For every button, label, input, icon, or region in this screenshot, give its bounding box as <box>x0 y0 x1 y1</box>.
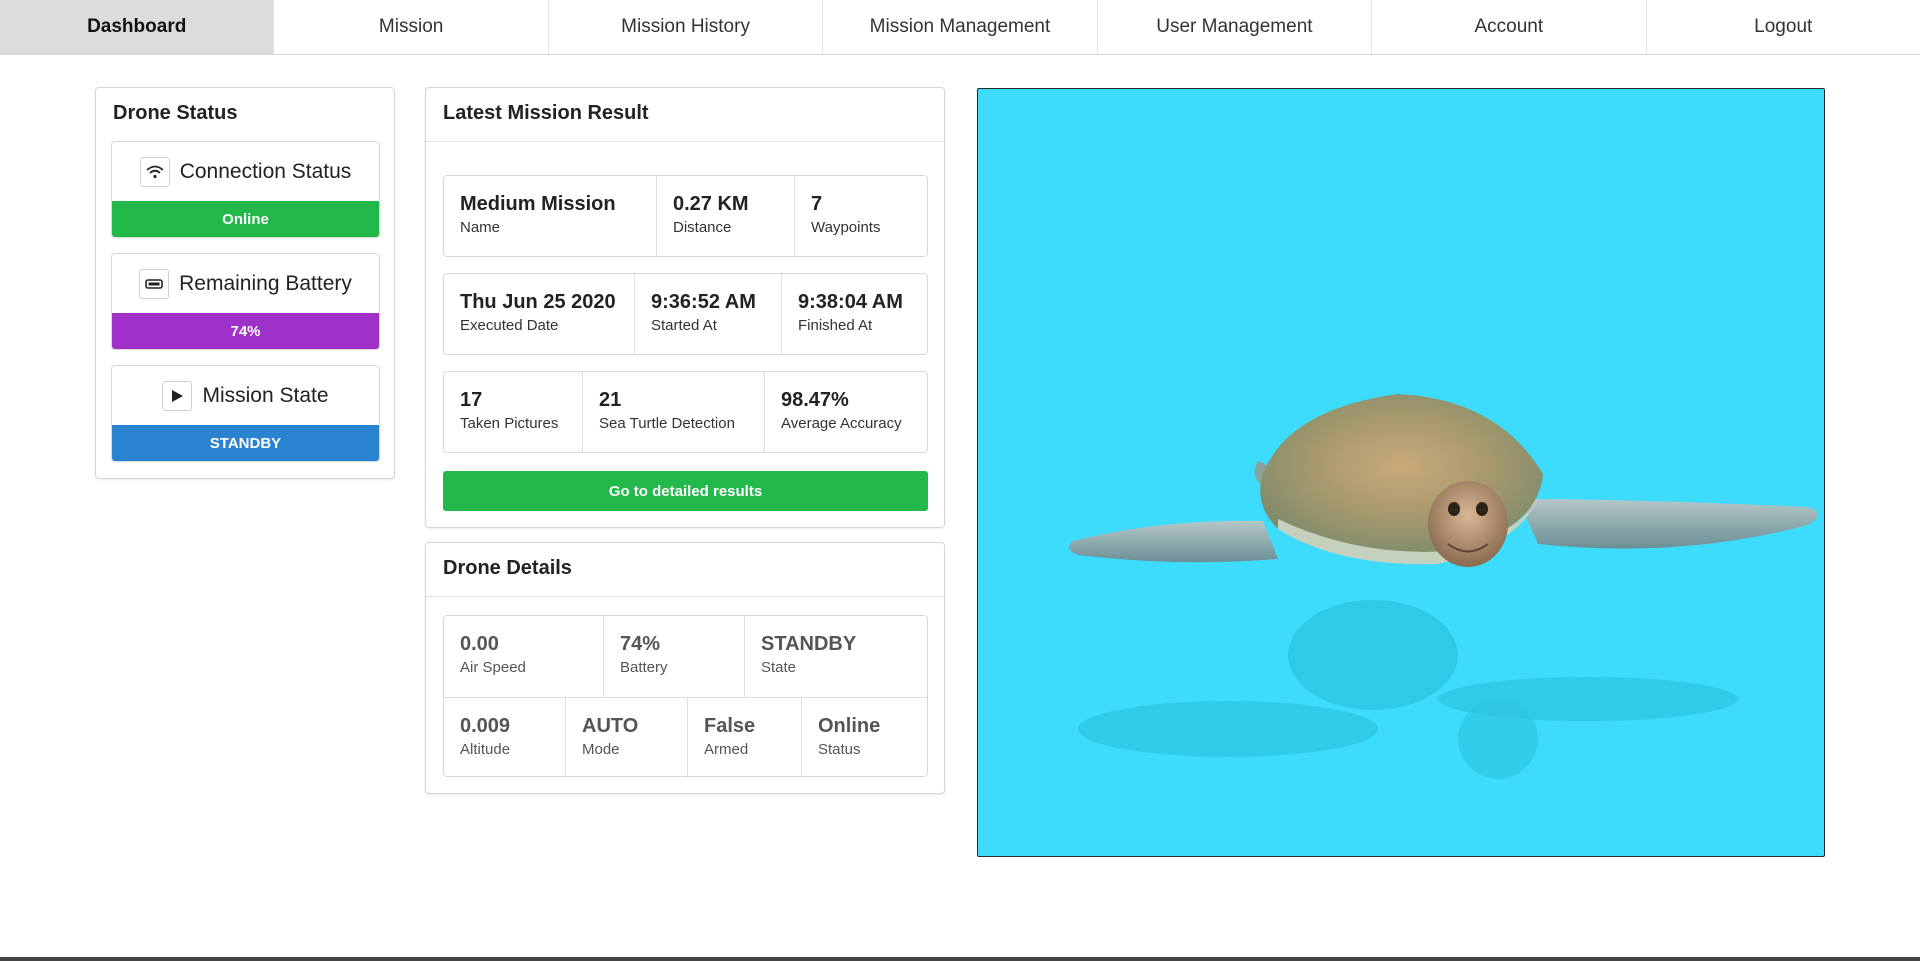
drone-details-header: Drone Details <box>426 543 944 597</box>
detail-label: Armed <box>704 741 749 758</box>
sea-turtle-icon <box>1069 394 1818 779</box>
stat-distance: 0.27 KM Distance <box>657 176 795 256</box>
drone-status-title: Drone Status <box>113 102 238 124</box>
stat-taken-pictures: 17 Taken Pictures <box>444 372 583 452</box>
drone-details-row: 0.00 Air Speed 74% Battery STANDBY State <box>444 616 927 697</box>
detail-label: Altitude <box>460 741 511 758</box>
detail-altitude: 0.009 Altitude <box>444 698 566 778</box>
play-icon <box>162 381 193 411</box>
stat-label: Started At <box>651 317 717 334</box>
stat-started-at: 9:36:52 AM Started At <box>635 274 782 354</box>
detail-value: 0.00 <box>460 633 499 655</box>
wifi-icon <box>139 157 170 187</box>
detail-air-speed: 0.00 Air Speed <box>444 616 604 697</box>
mission-state-value: STANDBY <box>112 425 379 461</box>
detail-value: Online <box>818 715 881 737</box>
latest-mission-panel: Latest Mission Result Medium Mission Nam… <box>425 87 945 528</box>
mission-time-row: Thu Jun 25 2020 Executed Date 9:36:52 AM… <box>443 273 928 355</box>
detail-value: False <box>704 715 756 737</box>
stat-waypoints: 7 Waypoints <box>795 176 927 256</box>
stat-label: Name <box>460 219 501 236</box>
nav-account[interactable]: Account <box>1372 0 1647 54</box>
connection-status-card: Connection Status Online <box>111 141 380 238</box>
stat-value: Medium Mission <box>460 193 616 215</box>
connection-status-header: Connection Status <box>112 142 379 202</box>
nav-mission-history[interactable]: Mission History <box>549 0 824 54</box>
detail-state: STANDBY State <box>745 616 927 697</box>
nav-mission[interactable]: Mission <box>274 0 549 54</box>
stat-label: Taken Pictures <box>460 415 559 432</box>
drone-details-row: 0.009 Altitude AUTO Mode False Armed Onl… <box>444 697 927 778</box>
stat-label: Waypoints <box>811 219 881 236</box>
stat-value: 7 <box>811 193 823 215</box>
stat-label: Finished At <box>798 317 873 334</box>
detail-label: Air Speed <box>460 659 526 676</box>
battery-status-header: Remaining Battery <box>112 254 379 314</box>
mission-state-card: Mission State STANDBY <box>111 365 380 462</box>
battery-status-label: Remaining Battery <box>179 272 352 295</box>
nav-dashboard[interactable]: Dashboard <box>0 0 275 54</box>
detail-battery: 74% Battery <box>604 616 745 697</box>
detail-value: 0.009 <box>460 715 511 737</box>
stat-value: 21 <box>599 389 622 411</box>
stat-finished-at: 9:38:04 AM Finished At <box>782 274 927 354</box>
battery-status-value: 74% <box>112 313 379 349</box>
nav-mission-management[interactable]: Mission Management <box>823 0 1098 54</box>
stat-value: 9:38:04 AM <box>798 291 903 313</box>
detailed-results-button[interactable]: Go to detailed results <box>443 471 928 511</box>
stat-sea-turtle-detection: 21 Sea Turtle Detection <box>583 372 765 452</box>
latest-mission-header: Latest Mission Result <box>426 88 944 142</box>
detail-label: Status <box>818 741 861 758</box>
detail-status: Online Status <box>802 698 927 778</box>
stat-value: Thu Jun 25 2020 <box>460 291 616 313</box>
detail-label: Battery <box>620 659 668 676</box>
mission-state-header: Mission State <box>112 366 379 426</box>
stat-label: Sea Turtle Detection <box>599 415 735 432</box>
bottom-border <box>0 957 1920 961</box>
top-nav: Dashboard Mission Mission History Missio… <box>0 0 1920 55</box>
detail-value: STANDBY <box>761 633 857 655</box>
stat-average-accuracy: 98.47% Average Accuracy <box>765 372 927 452</box>
stat-mission-name: Medium Mission Name <box>444 176 657 256</box>
mission-info-row: Medium Mission Name 0.27 KM Distance 7 W… <box>443 175 928 257</box>
connection-status-value: Online <box>112 201 379 237</box>
mission-detection-row: 17 Taken Pictures 21 Sea Turtle Detectio… <box>443 371 928 453</box>
detail-value: AUTO <box>582 715 639 737</box>
mission-state-label: Mission State <box>202 384 329 407</box>
stat-label: Distance <box>673 219 732 236</box>
drone-details-panel: Drone Details 0.00 Air Speed 74% Battery… <box>425 542 945 794</box>
detail-mode: AUTO Mode <box>566 698 688 778</box>
detail-armed: False Armed <box>688 698 802 778</box>
stat-executed-date: Thu Jun 25 2020 Executed Date <box>444 274 635 354</box>
latest-mission-title: Latest Mission Result <box>443 102 649 124</box>
detail-value: 74% <box>620 633 661 655</box>
battery-status-card: Remaining Battery 74% <box>111 253 380 350</box>
sea-turtle-image <box>977 88 1825 857</box>
stat-value: 17 <box>460 389 483 411</box>
stat-value: 9:36:52 AM <box>651 291 756 313</box>
stat-value: 98.47% <box>781 389 849 411</box>
battery-icon <box>139 269 170 299</box>
nav-user-management[interactable]: User Management <box>1098 0 1373 54</box>
stat-label: Average Accuracy <box>781 415 902 432</box>
stat-value: 0.27 KM <box>673 193 749 215</box>
detail-label: Mode <box>582 741 620 758</box>
nav-logout[interactable]: Logout <box>1647 0 1920 54</box>
drone-details-grid: 0.00 Air Speed 74% Battery STANDBY State… <box>443 615 928 778</box>
connection-status-label: Connection Status <box>179 160 352 183</box>
detail-label: State <box>761 659 797 676</box>
drone-details-title: Drone Details <box>443 557 572 579</box>
stat-label: Executed Date <box>460 317 559 334</box>
drone-status-panel: Drone Status Connection Status Online Re… <box>95 87 395 479</box>
